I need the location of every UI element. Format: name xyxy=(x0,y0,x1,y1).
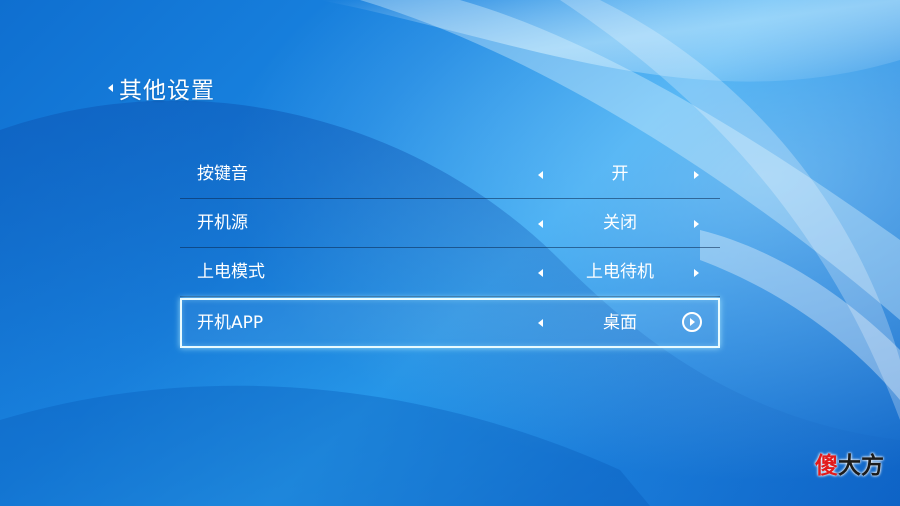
setting-row-key-sound[interactable]: 按键音 开 xyxy=(180,150,720,199)
page-title[interactable]: 其他设置 xyxy=(108,72,215,104)
setting-label: 开机APP xyxy=(197,313,264,333)
setting-value: 桌面 xyxy=(603,313,637,333)
chevron-right-icon[interactable] xyxy=(694,269,699,277)
chevron-right-icon[interactable] xyxy=(694,171,699,179)
setting-value: 开 xyxy=(611,164,629,184)
chevron-right-icon[interactable] xyxy=(694,220,699,228)
setting-value: 关闭 xyxy=(603,213,637,233)
setting-label: 开机源 xyxy=(197,213,248,233)
watermark-part: 傻 xyxy=(815,453,838,479)
page-title-text: 其他设置 xyxy=(119,78,215,104)
setting-value: 上电待机 xyxy=(586,262,654,282)
watermark-part: 大方 xyxy=(838,453,884,479)
settings-list: 按键音 开 开机源 关闭 上电模式 上电待机 开机APP 桌面 xyxy=(180,150,720,348)
chevron-right-circle-icon[interactable] xyxy=(682,312,702,332)
watermark-logo: 傻大方 xyxy=(815,446,884,480)
chevron-left-icon[interactable] xyxy=(538,319,543,327)
setting-row-boot-source[interactable]: 开机源 关闭 xyxy=(180,199,720,248)
setting-row-boot-app[interactable]: 开机APP 桌面 xyxy=(180,298,720,348)
chevron-left-icon[interactable] xyxy=(108,84,113,92)
setting-label: 上电模式 xyxy=(197,262,265,282)
setting-label: 按键音 xyxy=(197,164,248,184)
chevron-left-icon[interactable] xyxy=(538,269,543,277)
setting-row-power-mode[interactable]: 上电模式 上电待机 xyxy=(180,248,720,297)
chevron-left-icon[interactable] xyxy=(538,171,543,179)
chevron-left-icon[interactable] xyxy=(538,220,543,228)
